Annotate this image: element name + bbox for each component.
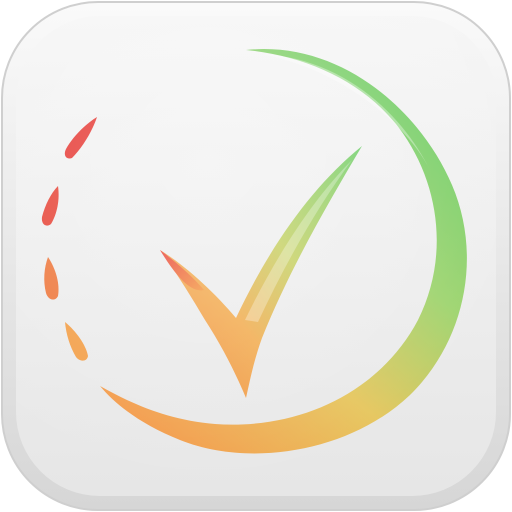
icon-gloss	[16, 16, 496, 496]
app-icon-canvas	[0, 0, 512, 512]
check-timer-app-icon[interactable]	[0, 0, 512, 512]
